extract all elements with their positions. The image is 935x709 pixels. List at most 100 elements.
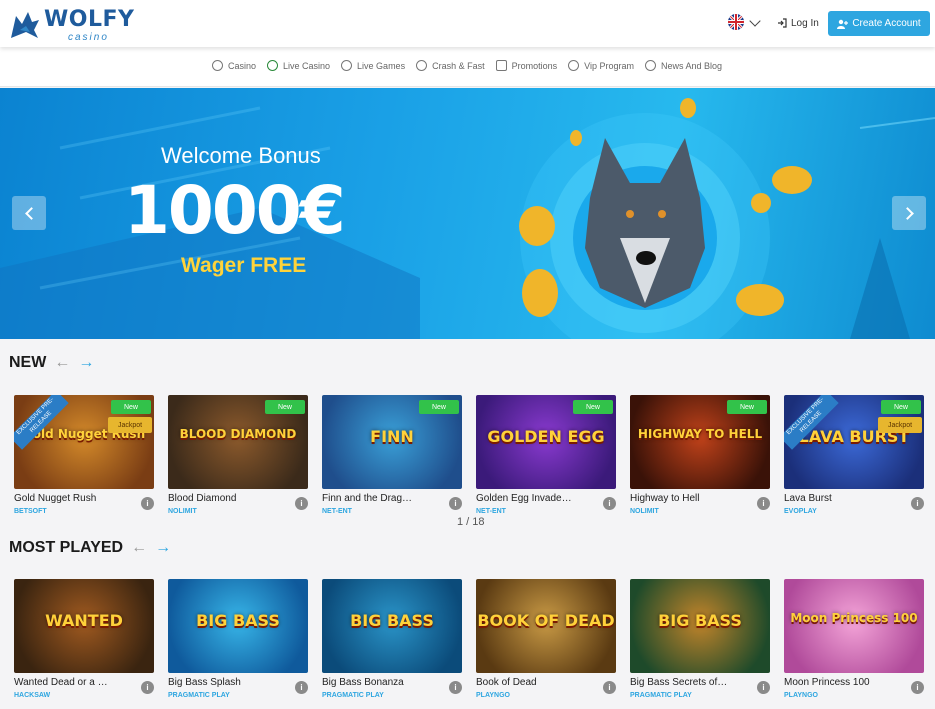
- info-icon[interactable]: i: [295, 497, 308, 510]
- game-thumbnail[interactable]: Moon Princess 100: [784, 579, 924, 673]
- game-provider[interactable]: PRAGMATIC PLAY: [168, 692, 230, 699]
- game-card[interactable]: BIG BASS Big Bass Bonanza PRAGMATIC PLAY i: [322, 579, 462, 709]
- create-account-button[interactable]: Create Account: [828, 11, 930, 36]
- info-icon[interactable]: i: [757, 681, 770, 694]
- game-card[interactable]: Gold Nugget Rush EXCLUSIVE PRE-RELEASE New…: [14, 395, 154, 525]
- game-name[interactable]: Book of Dead: [476, 677, 594, 688]
- game-card[interactable]: BIG BASS Big Bass Splash PRAGMATIC PLAY i: [168, 579, 308, 709]
- game-card[interactable]: BIG BASS Big Bass Secrets of… PRAGMATIC PL…: [630, 579, 770, 709]
- game-thumbnail[interactable]: HIGHWAY TO HELL New: [630, 395, 770, 489]
- info-icon[interactable]: i: [603, 681, 616, 694]
- info-icon[interactable]: i: [141, 497, 154, 510]
- most-played-section-header: MOST PLAYED ← →: [9, 539, 171, 557]
- game-thumbnail[interactable]: BIG BASS: [630, 579, 770, 673]
- game-provider[interactable]: HACKSAW: [14, 692, 50, 699]
- game-provider[interactable]: NOLIMIT: [630, 508, 659, 515]
- arrow-right-icon[interactable]: →: [78, 354, 94, 372]
- game-provider[interactable]: PLAYNGO: [784, 692, 818, 699]
- info-icon[interactable]: i: [449, 497, 462, 510]
- nav-item-label: Live Games: [357, 60, 406, 71]
- game-provider[interactable]: NOLIMIT: [168, 508, 197, 515]
- game-thumbnail[interactable]: BIG BASS: [322, 579, 462, 673]
- game-thumbnail[interactable]: Gold Nugget Rush EXCLUSIVE PRE-RELEASE New…: [14, 395, 154, 489]
- game-card[interactable]: BLOOD DIAMOND New Blood Diamond NOLIMIT i: [168, 395, 308, 525]
- game-provider[interactable]: EVOPLAY: [784, 508, 817, 515]
- hero-amount: 1000€: [124, 172, 346, 249]
- info-icon[interactable]: i: [757, 497, 770, 510]
- nav-item-news-blog[interactable]: News And Blog: [644, 60, 723, 71]
- game-provider[interactable]: NET-ENT: [476, 508, 506, 515]
- new-section-header: NEW ← →: [9, 354, 94, 372]
- language-selector[interactable]: [728, 14, 764, 32]
- game-name[interactable]: Lava Burst: [784, 493, 902, 504]
- logo[interactable]: WOLFY casino: [8, 6, 134, 44]
- game-thumbnail[interactable]: BIG BASS: [168, 579, 308, 673]
- game-card[interactable]: GOLDEN EGG New Golden Egg Invade… NET-ENT i: [476, 395, 616, 525]
- info-icon[interactable]: i: [911, 497, 924, 510]
- category-nav: Casino Live Casino Live Games Crash & Fa…: [0, 47, 935, 87]
- game-name[interactable]: Blood Diamond: [168, 493, 286, 504]
- nav-item-crash-fast[interactable]: Crash & Fast: [416, 60, 485, 71]
- game-name[interactable]: Big Bass Splash: [168, 677, 286, 688]
- nav-item-casino[interactable]: Casino: [212, 60, 256, 71]
- top-bar: WOLFY casino Log In Create Account: [0, 0, 935, 47]
- nav-item-vip-program[interactable]: Vip Program: [568, 60, 634, 71]
- chevron-left-icon: [24, 206, 38, 220]
- game-artwork-title: BIG BASS: [658, 611, 742, 630]
- info-icon[interactable]: i: [141, 681, 154, 694]
- carousel-prev-button[interactable]: [12, 196, 46, 230]
- login-icon: [778, 18, 787, 28]
- login-button[interactable]: Log In: [777, 15, 819, 31]
- game-thumbnail[interactable]: GOLDEN EGG New: [476, 395, 616, 489]
- game-name[interactable]: Big Bass Secrets of…: [630, 677, 748, 688]
- game-thumbnail[interactable]: LAVA BURST EXCLUSIVE PRE-RELEASE New Jackpo…: [784, 395, 924, 489]
- game-card[interactable]: FINN New Finn and the Drag… NET-ENT i: [322, 395, 462, 525]
- game-thumbnail[interactable]: BLOOD DIAMOND New: [168, 395, 308, 489]
- nav-item-promotions[interactable]: Promotions: [495, 60, 557, 71]
- game-thumbnail[interactable]: FINN New: [322, 395, 462, 489]
- game-thumbnail[interactable]: WANTED: [14, 579, 154, 673]
- game-name[interactable]: Big Bass Bonanza: [322, 677, 440, 688]
- uk-flag-icon: [728, 14, 744, 30]
- arrow-right-icon[interactable]: →: [155, 539, 171, 557]
- game-name[interactable]: Highway to Hell: [630, 493, 748, 504]
- game-card[interactable]: WANTED Wanted Dead or a … HACKSAW i: [14, 579, 154, 709]
- game-provider[interactable]: PRAGMATIC PLAY: [322, 692, 384, 699]
- game-card[interactable]: BOOK OF DEAD Book of Dead PLAYNGO i: [476, 579, 616, 709]
- nav-item-label: News And Blog: [660, 60, 723, 71]
- game-card[interactable]: Moon Princess 100 Moon Princess 100 PLAYNG…: [784, 579, 924, 709]
- info-icon[interactable]: i: [603, 497, 616, 510]
- hero-banner[interactable]: Welcome Bonus 1000€ Wager FREE: [0, 88, 935, 339]
- logo-subtitle: casino: [68, 32, 109, 43]
- game-name[interactable]: Wanted Dead or a …: [14, 677, 132, 688]
- game-provider[interactable]: NET-ENT: [322, 508, 352, 515]
- game-name[interactable]: Gold Nugget Rush: [14, 493, 132, 504]
- game-card[interactable]: LAVA BURST EXCLUSIVE PRE-RELEASE New Jackpo…: [784, 395, 924, 525]
- new-badge: New: [727, 400, 767, 414]
- hero-subtitle: Wager FREE: [181, 254, 307, 277]
- game-name[interactable]: Moon Princess 100: [784, 677, 902, 688]
- game-provider[interactable]: BETSOFT: [14, 508, 47, 515]
- jackpot-badge: Jackpot: [878, 417, 922, 433]
- game-artwork-title: FINN: [370, 427, 414, 446]
- info-icon[interactable]: i: [449, 681, 462, 694]
- new-badge: New: [881, 400, 921, 414]
- game-thumbnail[interactable]: BOOK OF DEAD: [476, 579, 616, 673]
- carousel-next-button[interactable]: [892, 196, 926, 230]
- login-label: Log In: [791, 17, 819, 29]
- new-section-title: NEW: [9, 354, 47, 371]
- info-icon[interactable]: i: [911, 681, 924, 694]
- arrow-left-icon[interactable]: ←: [131, 539, 147, 557]
- game-provider[interactable]: PLAYNGO: [476, 692, 510, 699]
- most-played-section-title: MOST PLAYED: [9, 539, 124, 556]
- game-provider[interactable]: PRAGMATIC PLAY: [630, 692, 692, 699]
- arrow-left-icon[interactable]: ←: [54, 354, 70, 372]
- nav-item-live-games[interactable]: Live Games: [341, 60, 405, 71]
- pagination-indicator: 1 / 18: [457, 516, 485, 528]
- nav-item-live-casino[interactable]: Live Casino: [267, 60, 330, 71]
- game-name[interactable]: Golden Egg Invade…: [476, 493, 594, 504]
- game-name[interactable]: Finn and the Drag…: [322, 493, 440, 504]
- info-icon[interactable]: i: [295, 681, 308, 694]
- jackpot-badge: Jackpot: [108, 417, 152, 433]
- game-card[interactable]: HIGHWAY TO HELL New Highway to Hell NOLIMIT…: [630, 395, 770, 525]
